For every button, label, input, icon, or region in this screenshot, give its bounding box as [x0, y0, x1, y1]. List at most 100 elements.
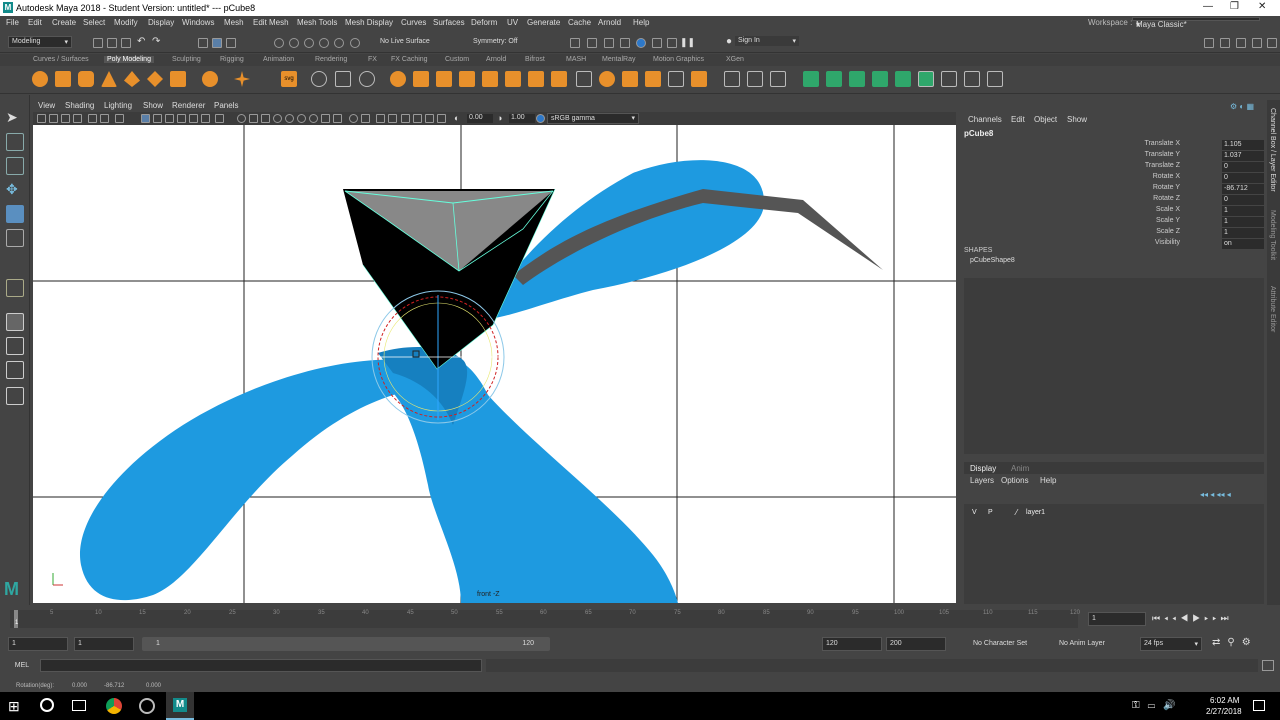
menu-mesh-tools[interactable]: Mesh Tools — [297, 18, 337, 27]
attr-value[interactable]: 1 — [1222, 206, 1264, 216]
maximize-icon[interactable]: ❐ — [1230, 1, 1239, 12]
select-object-icon[interactable] — [212, 38, 222, 48]
open-scene-icon[interactable] — [107, 38, 117, 48]
color-management-icon[interactable] — [536, 114, 545, 123]
close-icon[interactable]: ✕ — [1258, 1, 1266, 12]
render-frame-icon[interactable] — [570, 38, 580, 48]
wireframe-icon[interactable] — [141, 114, 150, 123]
cb-menu-show[interactable]: Show — [1067, 115, 1087, 124]
workspace-dropdown[interactable]: Maya Classic* ▾ — [1132, 17, 1260, 29]
bridge-icon[interactable] — [459, 71, 475, 87]
planar-map-icon[interactable] — [826, 71, 842, 87]
svg-tool-icon[interactable]: svg — [281, 71, 297, 87]
menu-uv[interactable]: UV — [507, 18, 518, 27]
vp-menu-panels[interactable]: Panels — [214, 101, 238, 110]
playback-end-field[interactable]: 120 — [822, 637, 882, 651]
grid-toggle-icon[interactable] — [115, 114, 124, 123]
collapse-icon[interactable] — [691, 71, 707, 87]
minimize-icon[interactable]: — — [1203, 1, 1213, 12]
shelf-tab-mash[interactable]: MASH — [566, 56, 586, 63]
vp-menu-lighting[interactable]: Lighting — [104, 101, 132, 110]
fps-dropdown[interactable]: 24 fps ▾ — [1140, 637, 1202, 651]
snap-point-icon[interactable] — [304, 38, 314, 48]
poly-sphere-icon[interactable] — [32, 71, 48, 87]
depth-of-field-icon[interactable] — [309, 114, 318, 123]
shelf-tab-curves-surfaces[interactable]: Curves / Surfaces — [33, 56, 89, 63]
menu-arnold[interactable]: Arnold — [598, 18, 621, 27]
poly-cone-icon[interactable] — [101, 71, 117, 87]
menuset-dropdown[interactable]: Modeling ▾ — [8, 36, 72, 48]
snap-curve-icon[interactable] — [289, 38, 299, 48]
user-icon[interactable]: ● — [726, 36, 732, 47]
smooth-shade-icon[interactable] — [153, 114, 162, 123]
shelf-tab-arnold[interactable]: Arnold — [486, 56, 506, 63]
undo-icon[interactable]: ↶ — [137, 36, 145, 47]
sign-in-dropdown[interactable]: Sign In ▾ — [735, 36, 799, 46]
menu-surfaces[interactable]: Surfaces — [433, 18, 465, 27]
two-d-pan-icon[interactable] — [88, 114, 97, 123]
range-slider[interactable]: 1 120 — [142, 637, 550, 651]
hud-icon[interactable] — [401, 114, 410, 123]
character-set-dropdown[interactable]: No Character Set — [973, 640, 1027, 647]
shelf-tab-xgen[interactable]: XGen — [726, 56, 744, 63]
shelf-tab-poly-modeling[interactable]: Poly Modeling — [104, 56, 154, 63]
select-tool-icon[interactable]: ➤ — [6, 109, 24, 127]
menu-cache[interactable]: Cache — [568, 18, 591, 27]
four-pane-icon[interactable] — [6, 337, 24, 355]
shelf-tab-animation[interactable]: Animation — [263, 56, 294, 63]
attr-value[interactable]: on — [1222, 239, 1264, 249]
menu-generate[interactable]: Generate — [527, 18, 560, 27]
uv-checker-icon[interactable] — [918, 71, 934, 87]
mirror-icon[interactable] — [413, 71, 429, 87]
exposure-field[interactable]: 0.00 — [467, 114, 493, 123]
task-view-icon[interactable] — [72, 700, 86, 711]
modeling-toolkit-icon[interactable] — [1204, 38, 1214, 48]
redo-icon[interactable]: ↷ — [152, 36, 160, 47]
camera-lock-icon[interactable] — [413, 114, 422, 123]
layers-menu-options[interactable]: Options — [1001, 476, 1029, 485]
insert-edge-loop-icon[interactable] — [576, 71, 592, 87]
poly-cylinder-icon[interactable] — [78, 71, 94, 87]
poly-plane-icon[interactable] — [147, 71, 163, 87]
isolate-select-icon[interactable] — [237, 114, 246, 123]
pause-icon[interactable]: ❚❚ — [680, 37, 695, 48]
smooth-icon[interactable] — [359, 71, 375, 87]
resolution-gate-icon[interactable] — [333, 114, 342, 123]
layout-icon[interactable] — [1267, 38, 1277, 48]
fill-hole-icon[interactable] — [528, 71, 544, 87]
viewport-front[interactable]: front -Z — [33, 125, 956, 603]
wireframe-on-shaded-icon[interactable] — [165, 114, 174, 123]
combine-icon[interactable] — [311, 71, 327, 87]
windows-start-icon[interactable]: ⊞ — [8, 698, 20, 715]
slide-edge-icon[interactable] — [724, 71, 740, 87]
render-view-icon[interactable] — [636, 38, 646, 48]
super-shape-icon[interactable] — [234, 71, 250, 87]
anim-layer-dropdown[interactable]: No Anim Layer — [1059, 640, 1105, 647]
menu-select[interactable]: Select — [83, 18, 105, 27]
maya-taskbar-item[interactable]: M — [166, 692, 194, 720]
side-tab-attribute-editor[interactable]: Attribute Editor — [1269, 286, 1276, 332]
poly-cube-icon[interactable] — [55, 71, 71, 87]
attr-value[interactable]: 0 — [1222, 195, 1264, 205]
color-space-dropdown[interactable]: sRGB gamma ▾ — [547, 113, 639, 124]
tool-settings-icon[interactable] — [1220, 38, 1230, 48]
playblast-icon[interactable] — [667, 38, 677, 48]
system-tray-icons[interactable]: ⚿▭🔊 — [1132, 700, 1184, 711]
shadows-icon[interactable] — [201, 114, 210, 123]
two-pane-icon[interactable] — [6, 361, 24, 379]
vp-menu-shading[interactable]: Shading — [65, 101, 94, 110]
cylindrical-map-icon[interactable] — [849, 71, 865, 87]
connect-icon[interactable] — [622, 71, 638, 87]
attr-value[interactable]: 1 — [1222, 228, 1264, 238]
single-pane-icon[interactable] — [6, 313, 24, 331]
lasso-tool-icon[interactable] — [6, 133, 24, 151]
select-component-icon[interactable] — [226, 38, 236, 48]
shelf-tab-fx[interactable]: FX — [368, 56, 377, 63]
time-slider[interactable]: 1 5 10 15 20 25 30 35 40 45 50 55 60 65 … — [0, 606, 1280, 632]
menu-deform[interactable]: Deform — [471, 18, 497, 27]
layer-name[interactable]: layer1 — [1026, 509, 1045, 516]
menu-windows[interactable]: Windows — [182, 18, 214, 27]
layer-playback-toggle[interactable]: P — [988, 509, 993, 516]
move-tool-icon[interactable]: ✥ — [6, 181, 24, 199]
vp-menu-renderer[interactable]: Renderer — [172, 101, 205, 110]
